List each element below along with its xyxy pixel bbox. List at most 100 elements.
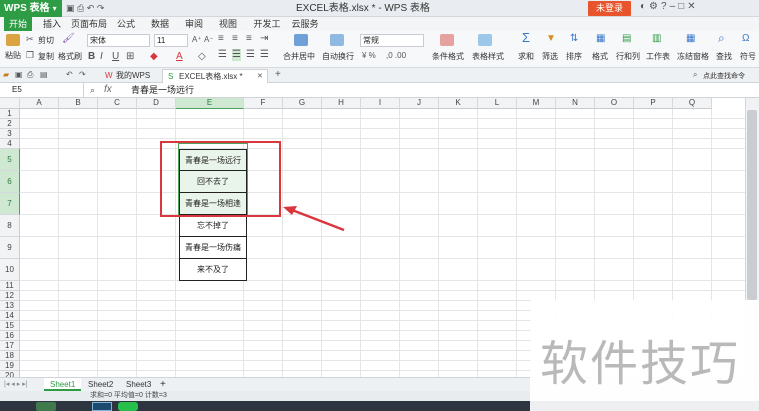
column-header-g[interactable]: G <box>283 98 322 109</box>
export-pdf-icon[interactable]: ▤ <box>40 69 48 81</box>
freeze-panes-button[interactable]: 冻结窗格 <box>677 51 709 62</box>
column-header-n[interactable]: N <box>556 98 595 109</box>
name-box[interactable]: E5 <box>0 83 84 97</box>
row-header-12[interactable]: 12 <box>0 291 20 301</box>
shrink-font-icon[interactable]: A⁻ <box>204 34 214 46</box>
skin-icon[interactable]: ◐ <box>640 1 649 12</box>
column-header-l[interactable]: L <box>478 98 517 109</box>
column-header-b[interactable]: B <box>59 98 98 109</box>
column-header-a[interactable]: A <box>20 98 59 109</box>
column-header-h[interactable]: H <box>322 98 361 109</box>
redo-icon[interactable]: ↷ <box>79 69 86 81</box>
format-painter-button[interactable]: 格式刷 <box>58 51 82 62</box>
save-icon[interactable]: ▣ <box>15 69 23 81</box>
sheet-tab-2[interactable]: Sheet2 <box>82 378 119 391</box>
row-header-17[interactable]: 17 <box>0 341 20 351</box>
freeze-panes-icon[interactable]: ▦ <box>686 33 695 45</box>
tab-review[interactable]: 审阅 <box>182 17 206 31</box>
tab-home[interactable]: 开始 <box>4 17 32 31</box>
row-header-8[interactable]: 8 <box>0 215 20 237</box>
align-right-icon[interactable]: ☰ <box>246 49 255 61</box>
sum-icon[interactable]: Σ <box>522 31 530 44</box>
column-header-c[interactable]: C <box>98 98 137 109</box>
undo-icon[interactable]: ↶ <box>87 3 95 13</box>
conditional-format-icon[interactable] <box>440 34 454 46</box>
align-bottom-icon[interactable]: ≡ <box>246 33 252 45</box>
conditional-format-button[interactable]: 条件格式 <box>432 51 464 62</box>
redo-icon[interactable]: ↷ <box>97 3 105 13</box>
align-middle-icon[interactable]: ≡ <box>232 33 238 45</box>
row-header-15[interactable]: 15 <box>0 321 20 331</box>
font-color-icon[interactable]: A <box>176 51 183 63</box>
wrap-text-button[interactable]: 自动换行 <box>322 51 354 62</box>
insert-function-button[interactable]: fx <box>104 83 112 97</box>
symbol-button[interactable]: 符号 <box>740 51 756 62</box>
filter-button[interactable]: 筛选 <box>542 51 558 62</box>
maximize-icon[interactable]: □ <box>678 1 687 12</box>
row-header-9[interactable]: 9 <box>0 237 20 259</box>
column-header-f[interactable]: F <box>244 98 283 109</box>
format-button[interactable]: 格式 <box>592 51 608 62</box>
copy-icon[interactable]: ❐ <box>26 49 34 61</box>
tab-data[interactable]: 数据 <box>148 17 172 31</box>
row-header-1[interactable]: 1 <box>0 109 20 119</box>
font-name-select[interactable]: 宋体 <box>87 34 150 47</box>
row-header-14[interactable]: 14 <box>0 311 20 321</box>
tab-page-layout[interactable]: 页面布局 <box>70 17 108 31</box>
cell-e9[interactable]: 青春是一场伤痛 <box>179 237 247 259</box>
paste-button[interactable]: 粘贴 <box>5 50 21 61</box>
formula-input[interactable]: 青春是一场远行 <box>131 83 194 97</box>
cell-e10[interactable]: 来不及了 <box>179 259 247 281</box>
table-style-button[interactable]: 表格样式 <box>472 51 504 62</box>
italic-icon[interactable]: I <box>100 51 103 63</box>
column-header-d[interactable]: D <box>137 98 176 109</box>
print-preview-icon[interactable]: ⎙ <box>27 69 33 81</box>
grow-font-icon[interactable]: A⁺ <box>192 34 202 46</box>
settings-icon[interactable]: ⚙ <box>649 1 661 12</box>
row-header-10[interactable]: 10 <box>0 259 20 281</box>
row-header-16[interactable]: 16 <box>0 331 20 341</box>
format-icon[interactable]: ▦ <box>596 33 605 45</box>
row-header-19[interactable]: 19 <box>0 361 20 371</box>
tab-formulas[interactable]: 公式 <box>114 17 138 31</box>
fill-color-icon[interactable]: ◆ <box>150 51 158 63</box>
close-icon[interactable]: ✕ <box>687 1 698 12</box>
doc-tab-excel-file[interactable]: S EXCEL表格.xlsx * ✕ <box>162 69 268 83</box>
search-command-input[interactable]: 点此查找命令 <box>703 71 745 81</box>
minimize-icon[interactable]: – <box>670 1 679 12</box>
column-header-k[interactable]: K <box>439 98 478 109</box>
worksheet-icon[interactable]: ▥ <box>652 33 661 45</box>
row-header-2[interactable]: 2 <box>0 119 20 129</box>
row-col-icon[interactable]: ▤ <box>622 33 631 45</box>
cut-button[interactable]: 剪切 <box>38 35 54 46</box>
clear-format-icon[interactable]: ◇ <box>198 51 206 63</box>
row-col-button[interactable]: 行和列 <box>616 51 640 62</box>
find-button[interactable]: 查找 <box>716 51 732 62</box>
wrap-text-icon[interactable] <box>330 34 344 46</box>
number-format-select[interactable]: 常规 <box>360 34 424 47</box>
undo-icon[interactable]: ↶ <box>66 69 73 81</box>
scrollbar-thumb[interactable] <box>747 110 757 300</box>
sheet-nav-icons[interactable]: |◂ ◂ ▸ ▸| <box>4 379 28 391</box>
tab-view[interactable]: 视图 <box>216 17 240 31</box>
row-header-18[interactable]: 18 <box>0 351 20 361</box>
new-tab-icon[interactable]: + <box>275 69 281 81</box>
merge-cells-icon[interactable] <box>294 34 308 46</box>
column-header-i[interactable]: I <box>361 98 400 109</box>
table-style-icon[interactable] <box>478 34 492 46</box>
distributed-align-icon[interactable]: ☰ <box>260 49 269 61</box>
doc-tab-my-wps[interactable]: W 我的WPS <box>100 69 156 83</box>
font-size-select[interactable]: 11 <box>154 34 188 47</box>
paste-icon[interactable] <box>6 34 20 46</box>
help-icon[interactable]: ? <box>661 1 670 12</box>
format-painter-icon[interactable]: 🖌 <box>62 33 75 45</box>
row-header-6[interactable]: 6 <box>0 171 20 193</box>
add-sheet-button[interactable]: + <box>154 378 172 391</box>
worksheet-button[interactable]: 工作表 <box>646 51 670 62</box>
row-header-7[interactable]: 7 <box>0 193 20 215</box>
app-menu-button[interactable]: WPS 表格 ▾ <box>0 0 62 17</box>
copy-button[interactable]: 复制 <box>38 51 54 62</box>
row-header-3[interactable]: 3 <box>0 129 20 139</box>
column-header-q[interactable]: Q <box>673 98 712 109</box>
currency-icon[interactable]: ¥ % <box>362 50 376 62</box>
